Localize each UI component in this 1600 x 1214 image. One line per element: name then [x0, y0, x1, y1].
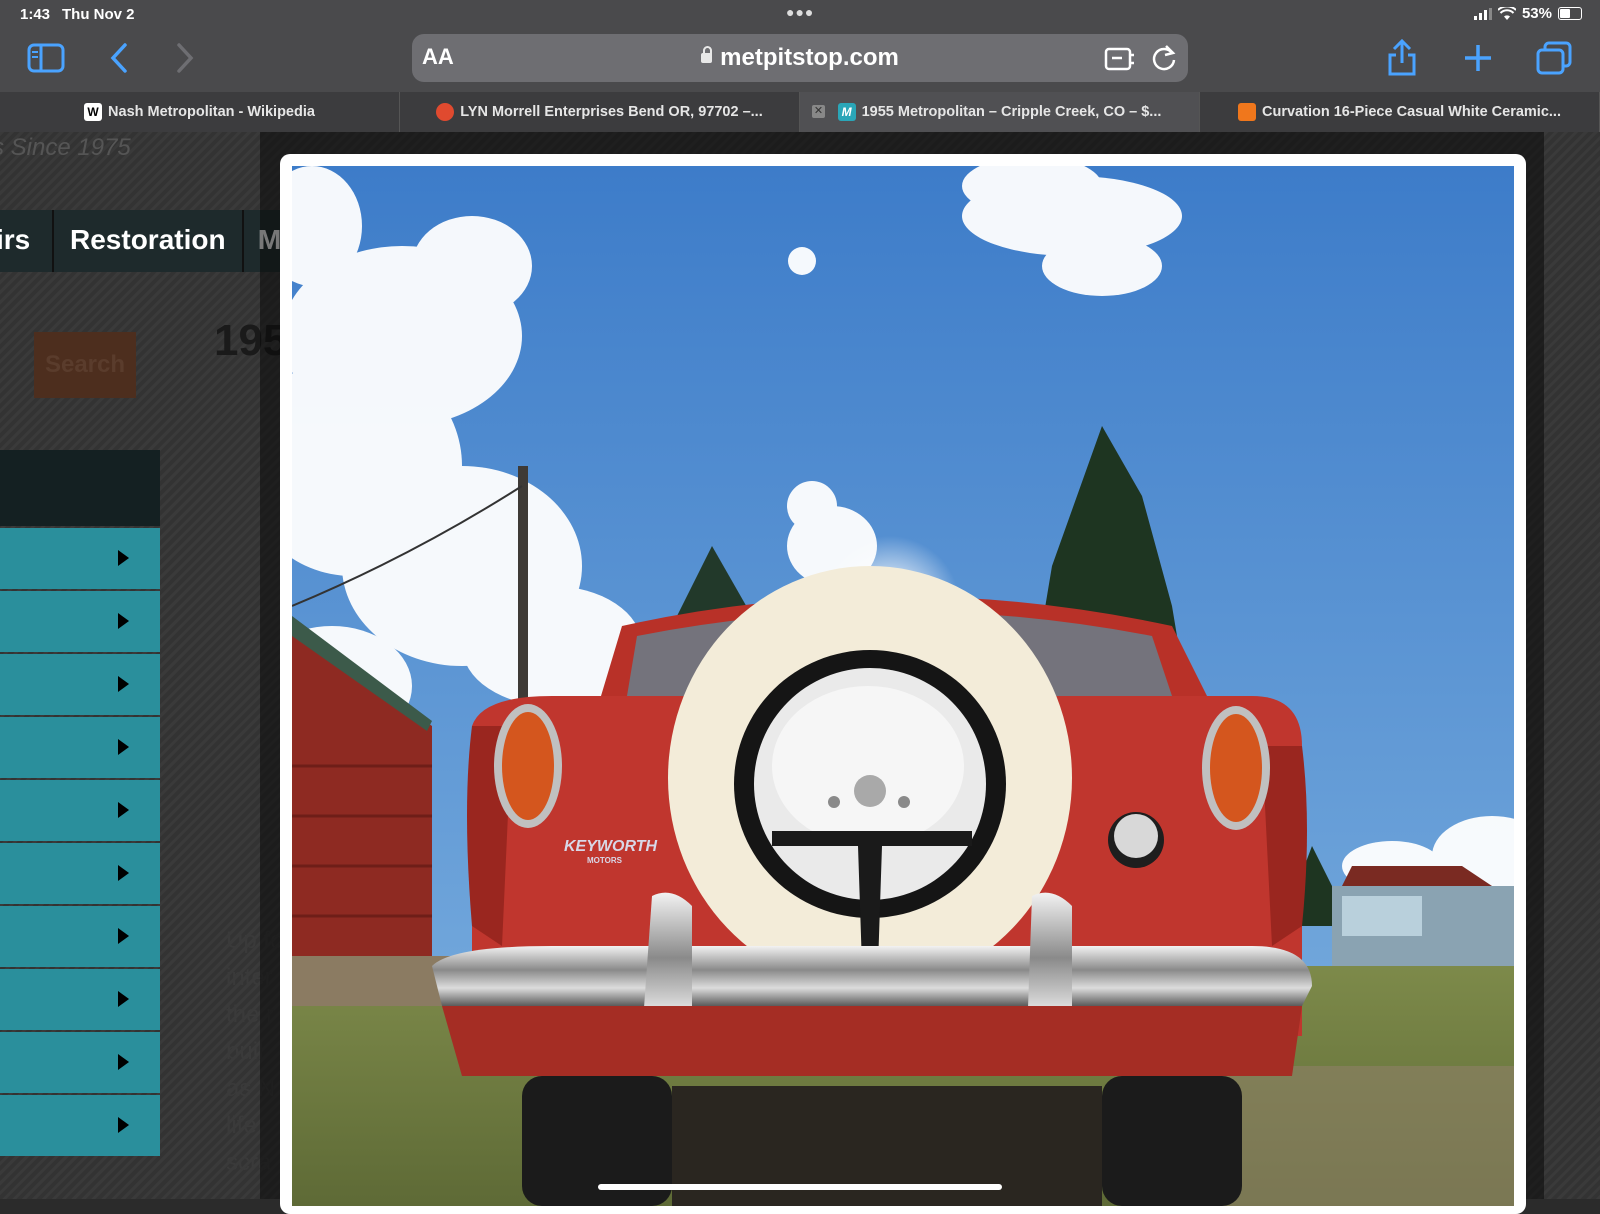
status-time: 1:43 — [20, 6, 51, 23]
url-text: metpitstop.com — [720, 44, 899, 71]
tab-title: LYN Morrell Enterprises Bend OR, 97702 –… — [460, 104, 763, 120]
caret-right-icon — [118, 676, 129, 692]
reload-icon[interactable] — [1150, 44, 1178, 72]
lightbox-photo[interactable]: KEYWORTH MOTORS — [292, 166, 1514, 1206]
share-icon[interactable] — [1382, 38, 1422, 78]
car-photo: KEYWORTH MOTORS — [292, 166, 1514, 1206]
caret-right-icon — [118, 1117, 129, 1133]
tab-title: Curvation 16-Piece Casual White Ceramic.… — [1262, 104, 1561, 120]
sidebar-item[interactable] — [0, 969, 160, 1030]
sidebar-item[interactable] — [0, 591, 160, 652]
reader-extension-icon[interactable] — [1104, 46, 1136, 72]
lock-icon — [701, 46, 713, 63]
back-icon[interactable] — [104, 38, 134, 78]
wikipedia-favicon-icon: W — [84, 103, 103, 121]
site-tagline: s Since 1975 — [0, 134, 131, 161]
tab-title: 1955 Metropolitan – Cripple Creek, CO – … — [861, 104, 1162, 120]
caret-right-icon — [118, 802, 129, 818]
home-depot-favicon-icon — [1238, 103, 1257, 121]
tab-0[interactable]: W Nash Metropolitan - Wikipedia — [0, 92, 400, 132]
nav-item-restoration[interactable]: Restoration — [70, 224, 226, 256]
close-tab-icon[interactable]: ✕ — [812, 105, 825, 118]
home-indicator[interactable] — [598, 1184, 1002, 1190]
forward-icon[interactable] — [170, 38, 200, 78]
battery-percent: 53% — [1521, 5, 1552, 22]
keyworth-badge: KEYWORTH — [564, 838, 657, 855]
caret-right-icon — [118, 739, 129, 755]
battery-icon — [1558, 7, 1582, 20]
sidebar-list — [0, 528, 160, 1158]
status-bar: 1:43 Thu Nov 2 ●●● 53% — [0, 0, 1600, 28]
signal-icon — [1473, 7, 1492, 20]
wifi-icon — [1497, 6, 1516, 20]
nav-separator — [52, 210, 54, 272]
status-date: Thu Nov 2 — [62, 6, 135, 23]
sidebar-item[interactable] — [0, 780, 160, 841]
nav-separator — [242, 210, 244, 272]
sidebar-item[interactable] — [0, 906, 160, 967]
status-indicators: 53% — [1473, 5, 1582, 22]
main-nav: irs Restoration M — [0, 210, 281, 272]
caret-right-icon — [118, 991, 129, 1007]
sidebar-item[interactable] — [0, 654, 160, 715]
search-favicon-icon — [436, 103, 455, 121]
sidebar-item[interactable] — [0, 843, 160, 904]
tab-2[interactable]: ✕ M 1955 Metropolitan – Cripple Creek, C… — [800, 92, 1200, 132]
sidebar-item[interactable] — [0, 717, 160, 778]
address-bar[interactable]: AA metpitstop.com — [412, 34, 1188, 82]
tab-3[interactable]: Curvation 16-Piece Casual White Ceramic.… — [1200, 92, 1600, 132]
url-display[interactable]: metpitstop.com — [412, 44, 1188, 72]
tab-title: Nash Metropolitan - Wikipedia — [108, 104, 315, 120]
sidebar-item[interactable] — [0, 528, 160, 589]
tab-overview-icon[interactable] — [1534, 38, 1574, 78]
tab-bar: W Nash Metropolitan - Wikipedia LYN Morr… — [0, 92, 1600, 132]
keyworth-badge-sub: MOTORS — [587, 856, 623, 865]
sidebar-header — [0, 450, 160, 526]
multitasking-dots-icon[interactable]: ●●● — [786, 4, 814, 20]
nav-item-repairs[interactable]: irs — [0, 224, 30, 256]
caret-right-icon — [118, 865, 129, 881]
caret-right-icon — [118, 613, 129, 629]
caret-right-icon — [118, 1054, 129, 1070]
new-tab-icon[interactable] — [1458, 38, 1498, 78]
caret-right-icon — [118, 550, 129, 566]
browser-toolbar: AA metpitstop.com — [0, 28, 1600, 92]
sidebar-item[interactable] — [0, 1095, 160, 1156]
search-button[interactable]: Search — [34, 332, 136, 398]
caret-right-icon — [118, 928, 129, 944]
metpitstop-favicon-icon: M — [837, 103, 856, 121]
tab-1[interactable]: LYN Morrell Enterprises Bend OR, 97702 –… — [400, 92, 800, 132]
sidebar-item[interactable] — [0, 1032, 160, 1093]
sidebar-toggle-icon[interactable] — [26, 38, 66, 78]
